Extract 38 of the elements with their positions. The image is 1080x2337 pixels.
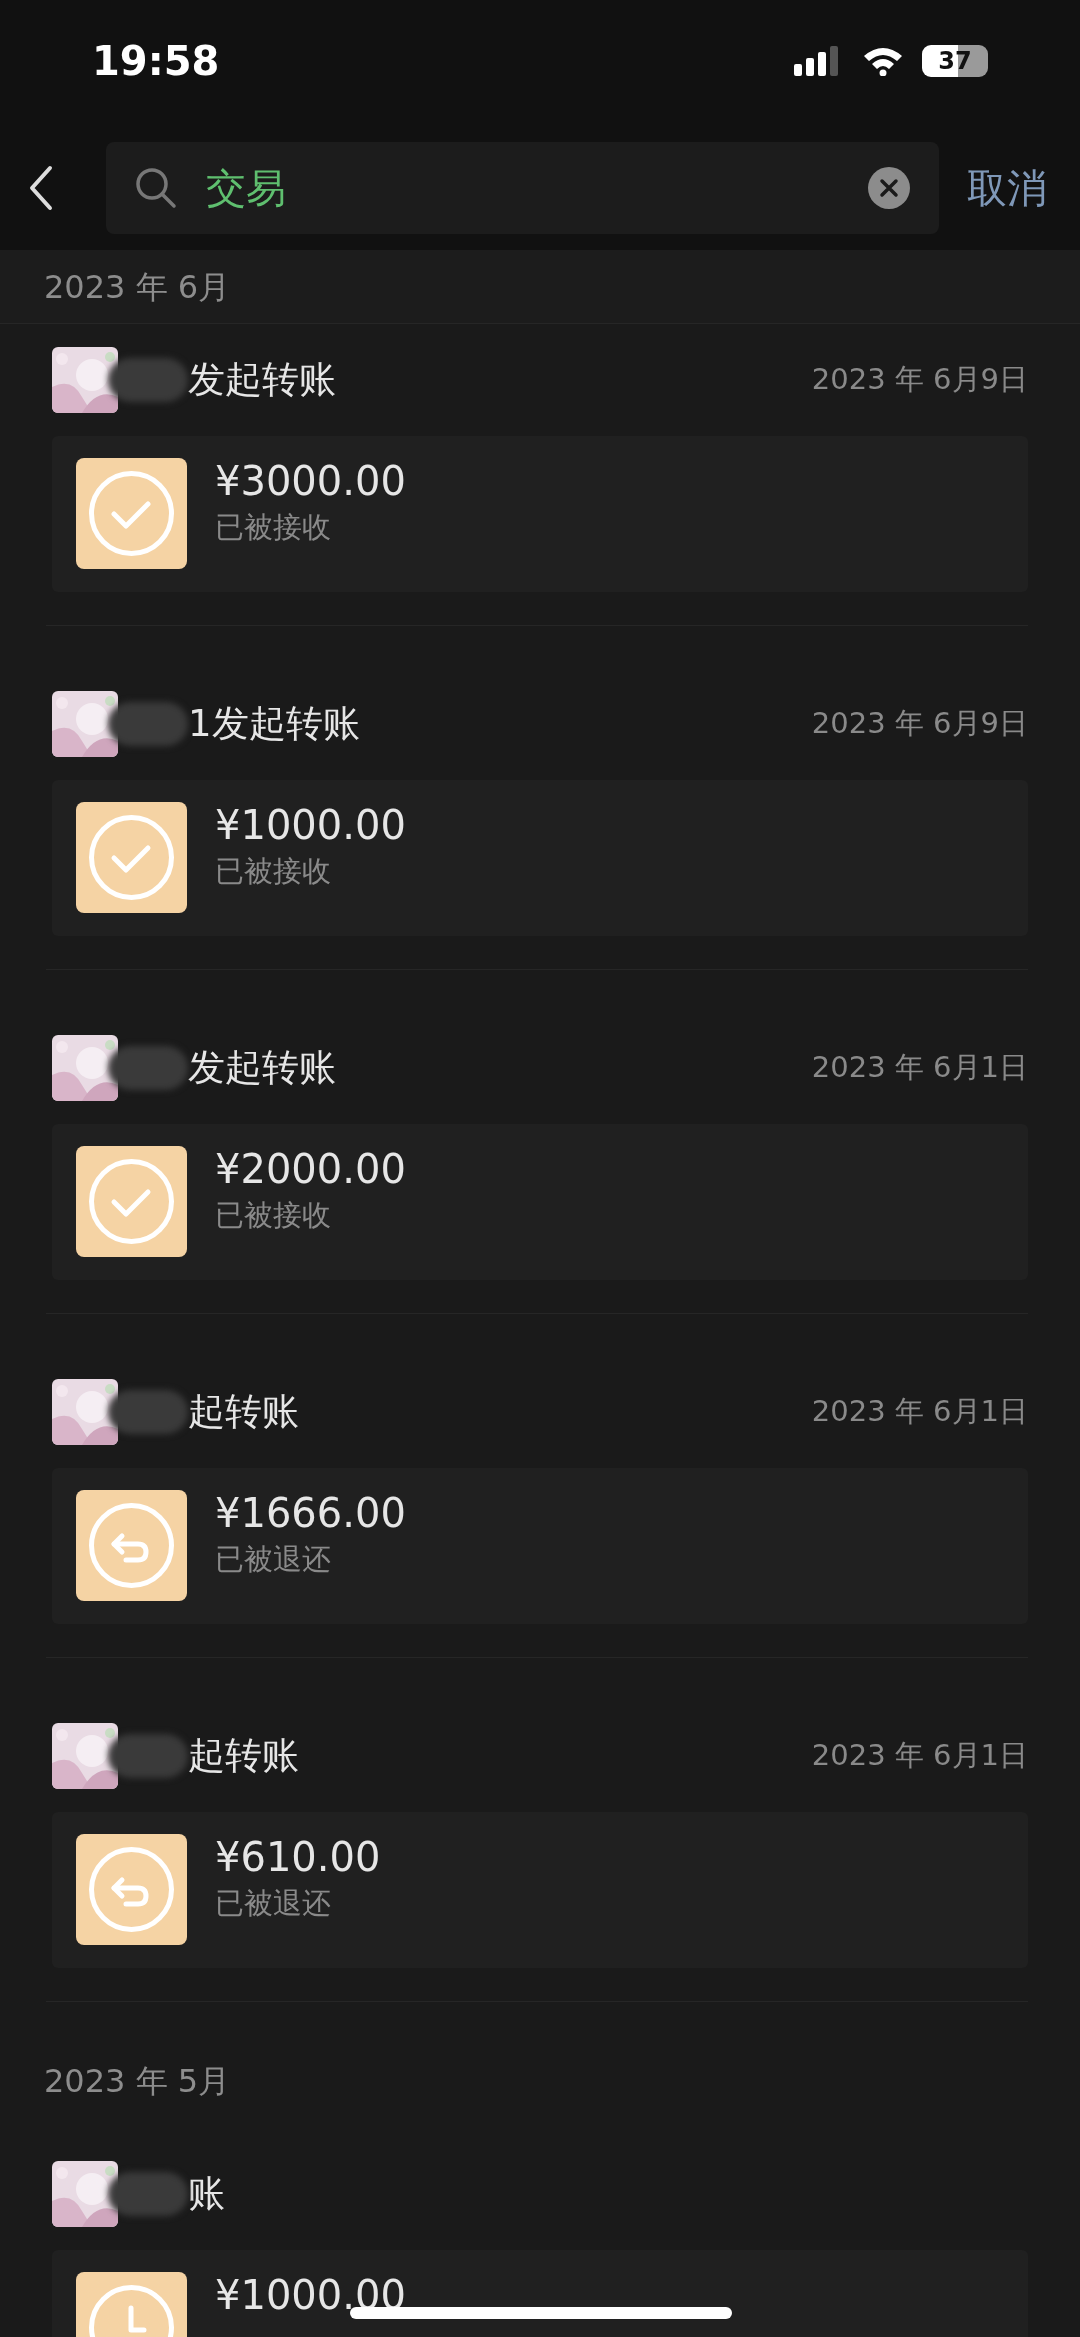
clear-icon[interactable] xyxy=(867,166,911,210)
transfer-amount: ¥2000.00 xyxy=(215,1146,406,1192)
cancel-button[interactable]: 取消 xyxy=(967,158,1047,218)
transfer-date: 2023 年 6月9日 xyxy=(811,705,1028,743)
transfer-card[interactable]: ¥1666.00 已被退还 xyxy=(52,1468,1028,1624)
transfer-status: 已被接收 xyxy=(215,509,332,546)
transfer-status: 已被接收 xyxy=(215,1197,332,1234)
transfer-amount: ¥610.00 xyxy=(215,1834,381,1880)
transfer-title: 发起转账 xyxy=(188,1045,336,1092)
transfer-card[interactable]: ¥3000.00 已被接收 xyxy=(52,436,1028,592)
search-icon xyxy=(134,166,178,210)
transfer-amount: ¥3000.00 xyxy=(215,458,406,504)
transfer-title: 起转账 xyxy=(188,1389,299,1436)
transfer-amount: ¥1666.00 xyxy=(215,1490,406,1536)
transfer-title: 账 xyxy=(188,2171,225,2218)
transfer-date: 2023 年 6月1日 xyxy=(811,1737,1028,1775)
transfer-card[interactable]: ¥2000.00 已被接收 xyxy=(52,1124,1028,1280)
transfer-date: 2023 年 6月1日 xyxy=(811,1049,1028,1087)
wifi-icon xyxy=(862,46,904,76)
transfer-status: 已被退还 xyxy=(215,1541,332,1578)
month-header: 2023 年 5月 xyxy=(43,2061,232,2102)
transfer-date: 2023 年 6月9日 xyxy=(811,361,1028,399)
transfer-card[interactable]: ¥1000.00 已被接收 xyxy=(52,780,1028,936)
transfer-title: 1发起转账 xyxy=(188,701,360,748)
transfer-card[interactable]: ¥610.00 已被退还 xyxy=(52,1812,1028,1968)
transfer-card[interactable]: ¥1000.00 xyxy=(52,2250,1028,2337)
transfer-status: 已被退还 xyxy=(215,1885,332,1922)
month-header: 2023 年 6月 xyxy=(0,250,1080,324)
status-time: 19:58 xyxy=(92,37,220,86)
transfer-title: 发起转账 xyxy=(188,357,336,404)
battery-indicator: 37 xyxy=(922,45,988,77)
transfer-title: 起转账 xyxy=(188,1733,299,1780)
transfer-date: 2023 年 6月1日 xyxy=(811,1393,1028,1431)
transfer-amount: ¥1000.00 xyxy=(215,802,406,848)
transfer-amount: ¥1000.00 xyxy=(215,2272,406,2318)
search-field[interactable]: 交易 xyxy=(106,142,939,234)
signal-icon xyxy=(794,46,840,76)
transfer-status: 已被接收 xyxy=(215,853,332,890)
